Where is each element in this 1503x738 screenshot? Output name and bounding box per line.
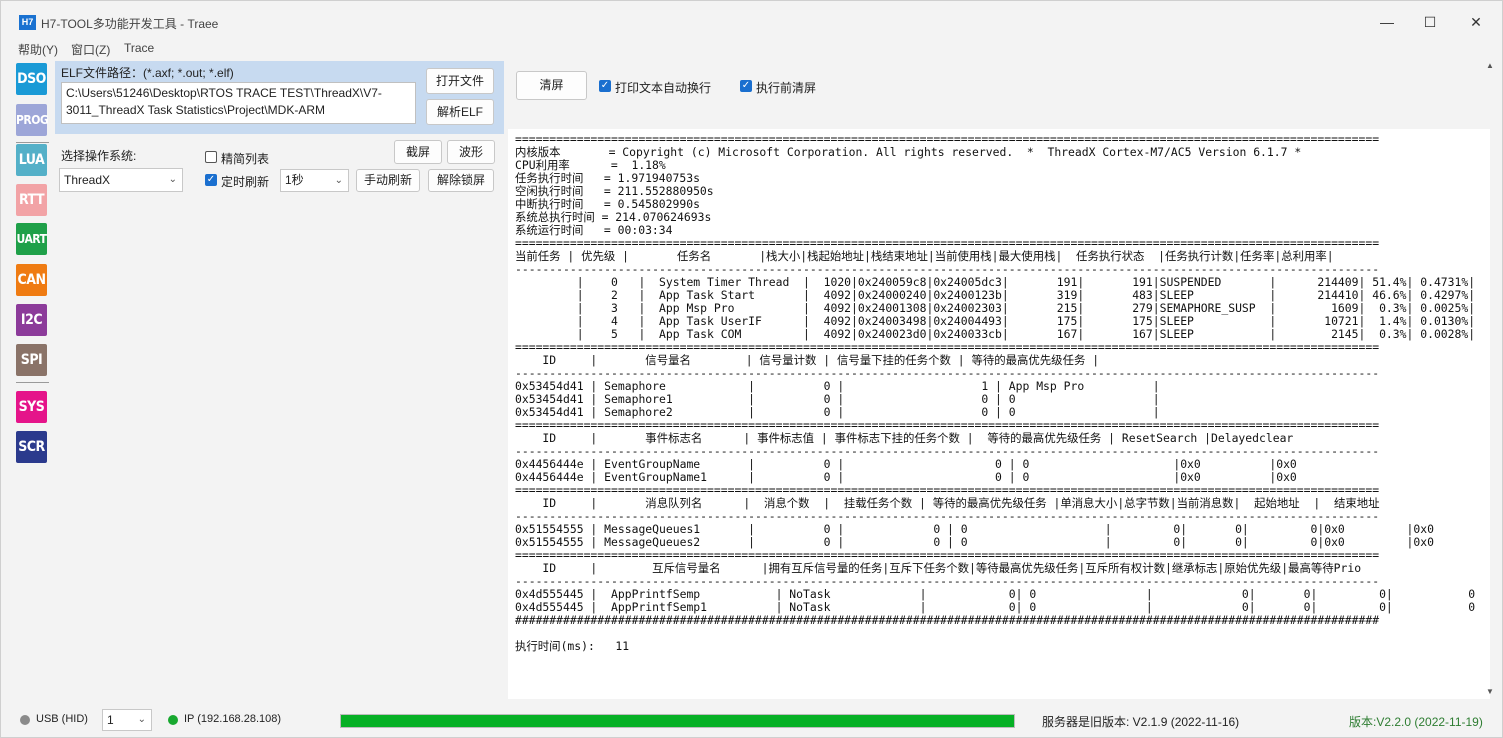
sidebar-divider [16, 382, 49, 383]
elf-panel: ELF文件路径：(*.axf; *.out; *.elf) C:\Users\5… [55, 61, 504, 134]
simple-list-label: 精简列表 [221, 152, 270, 166]
sidebar-divider [16, 142, 49, 143]
chevron-down-icon: ⌄ [137, 714, 146, 725]
device-index-value: 1 [107, 713, 114, 727]
chevron-down-icon: ⌄ [334, 175, 343, 186]
sidebar-item-dso[interactable]: DSO [16, 63, 47, 95]
clear-screen-button[interactable]: 清屏 [516, 71, 587, 100]
simple-list-checkbox[interactable] [205, 151, 217, 163]
menu-window[interactable]: 窗口(Z) [71, 41, 110, 58]
status-bar: USB (HID) 1 ⌄ IP (192.168.28.108) 服务器是旧版… [1, 707, 1502, 735]
progress-bar [340, 714, 1015, 728]
usb-status-icon [20, 715, 30, 725]
screenshot-button[interactable]: 截屏 [394, 140, 442, 164]
chevron-down-icon: ⌄ [168, 174, 177, 185]
app-logo-icon: H7 [19, 15, 36, 30]
maximize-button[interactable]: ☐ [1410, 9, 1450, 35]
elf-path-label: ELF文件路径：(*.axf; *.out; *.elf) [61, 66, 234, 80]
sidebar-item-prog[interactable]: PROG [16, 104, 49, 136]
scroll-up-icon[interactable]: ▲ [1486, 61, 1494, 70]
usb-status-label: USB (HID) [36, 713, 88, 725]
ip-status-icon [168, 715, 178, 725]
elf-path-line-1: C:\Users\51246\Desktop\RTOS TRACE TEST\T… [66, 86, 382, 100]
refresh-interval-select[interactable]: 1秒 ⌄ [280, 169, 349, 192]
open-file-button[interactable]: 打开文件 [426, 68, 494, 94]
close-button[interactable]: ✕ [1456, 9, 1496, 35]
ip-status-label: IP (192.168.28.108) [184, 713, 282, 725]
manual-refresh-button[interactable]: 手动刷新 [356, 169, 420, 192]
sidebar-item-can[interactable]: CAN [16, 264, 47, 296]
os-select-label: 选择操作系统: [61, 149, 137, 163]
sidebar-item-spi[interactable]: SPI [16, 344, 47, 376]
server-version-label: 服务器是旧版本: V2.1.9 (2022-11-16) [1042, 715, 1240, 729]
os-select[interactable]: ThreadX ⌄ [59, 168, 183, 192]
sidebar-item-uart[interactable]: UART [16, 223, 47, 255]
window-title: H7-TOOL多功能开发工具 - Traee [41, 17, 219, 31]
elf-path-field[interactable]: C:\Users\51246\Desktop\RTOS TRACE TEST\T… [61, 82, 416, 124]
auto-wrap-checkbox[interactable]: ✓ [599, 80, 611, 92]
trace-output-area[interactable]: ========================================… [508, 129, 1490, 699]
elf-path-line-2: 3011_ThreadX Task Statistics\Project\MDK… [66, 103, 325, 117]
menu-bar: 帮助(Y) 窗口(Z) Trace [1, 39, 601, 57]
parse-elf-button[interactable]: 解析ELF [426, 99, 494, 125]
scroll-down-icon[interactable]: ▼ [1486, 687, 1494, 696]
progress-fill [341, 715, 1014, 727]
sidebar-item-i2c[interactable]: I2C [16, 304, 47, 336]
sidebar-item-scr[interactable]: SCR [16, 431, 47, 463]
sidebar-item-lua[interactable]: LUA [16, 144, 47, 176]
device-index-select[interactable]: 1 ⌄ [102, 709, 152, 731]
menu-trace[interactable]: Trace [124, 41, 154, 55]
timed-refresh-label: 定时刷新 [221, 175, 270, 189]
menu-help[interactable]: 帮助(Y) [18, 41, 58, 58]
sidebar-item-sys[interactable]: SYS [16, 391, 47, 423]
clear-before-run-checkbox[interactable]: ✓ [740, 80, 752, 92]
local-version-label: 版本:V2.2.0 (2022-11-19) [1349, 715, 1483, 729]
clear-before-run-label: 执行前清屏 [756, 81, 817, 95]
unlock-screen-button[interactable]: 解除锁屏 [428, 169, 494, 192]
auto-wrap-label: 打印文本自动换行 [615, 81, 712, 95]
sidebar-item-rtt[interactable]: RTT [16, 184, 47, 216]
refresh-interval-value: 1秒 [285, 173, 304, 187]
title-bar: H7 H7-TOOL多功能开发工具 - Traee — ☐ ✕ [1, 1, 1502, 37]
app-window: H7 H7-TOOL多功能开发工具 - Traee — ☐ ✕ 帮助(Y) 窗口… [0, 0, 1503, 738]
output-scrollbar[interactable]: ▲ ▼ [1481, 61, 1499, 701]
minimize-button[interactable]: — [1367, 9, 1407, 35]
os-select-value: ThreadX [64, 173, 111, 187]
waveform-button[interactable]: 波形 [447, 140, 495, 164]
trace-output-text: ========================================… [515, 132, 1476, 653]
timed-refresh-checkbox[interactable]: ✓ [205, 174, 217, 186]
